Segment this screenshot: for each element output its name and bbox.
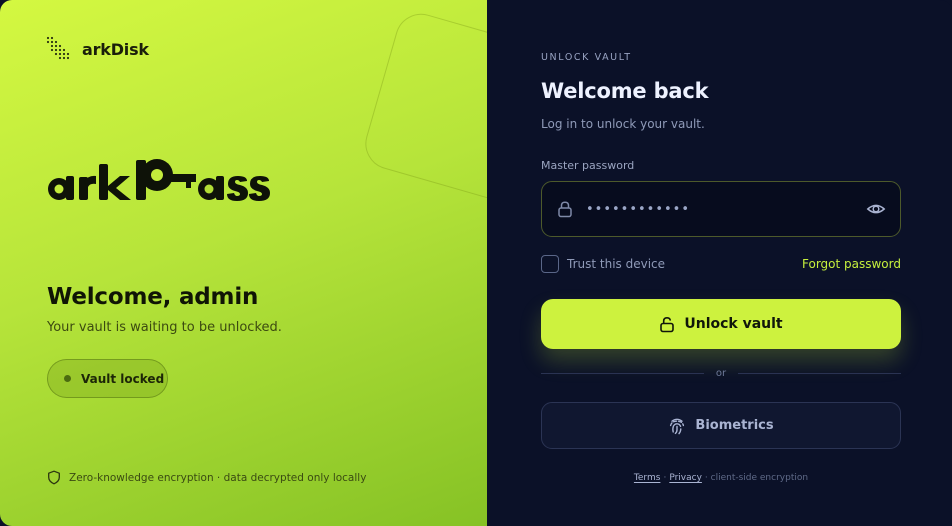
unlock-icon — [660, 316, 675, 332]
vault-status-badge: Vault locked — [47, 359, 168, 398]
brand-header: arkDisk — [46, 36, 149, 62]
status-dot-icon — [64, 375, 71, 382]
encryption-note: Zero-knowledge encryption · data decrypt… — [47, 470, 366, 485]
biometrics-label: Biometrics — [695, 418, 774, 433]
login-card: arkDisk arkPass — [0, 0, 952, 526]
unlock-form-panel: UNLOCK VAULT Welcome back Log in to unlo… — [487, 0, 952, 526]
fingerprint-icon — [670, 418, 685, 434]
unlock-vault-label: Unlock vault — [684, 316, 783, 332]
legal-footer: Terms · Privacy · client-side encryption — [541, 473, 901, 483]
legal-note: · client-side encryption — [704, 473, 809, 483]
master-password-field[interactable] — [541, 181, 901, 237]
or-label: or — [715, 368, 727, 379]
trust-row: Trust this device Forgot password — [541, 255, 901, 273]
divider-line — [541, 373, 704, 374]
divider-line — [738, 373, 902, 374]
or-divider: or — [541, 368, 902, 379]
product-logo: arkPass — [48, 159, 270, 201]
master-password-input[interactable] — [586, 201, 866, 217]
welcome-title: Welcome, admin — [47, 284, 259, 310]
form-subtitle: Log in to unlock your vault. — [541, 117, 705, 131]
form-title: Welcome back — [541, 79, 709, 103]
trust-device-label[interactable]: Trust this device — [567, 257, 665, 271]
master-password-label: Master password — [541, 159, 635, 172]
decorative-rounded-square — [359, 7, 487, 209]
privacy-link[interactable]: Privacy — [669, 473, 702, 483]
brand-name: arkDisk — [82, 39, 149, 59]
forgot-password-link[interactable]: Forgot password — [802, 257, 901, 271]
welcome-subtitle: Your vault is waiting to be unlocked. — [47, 320, 282, 335]
form-eyebrow: UNLOCK VAULT — [541, 52, 632, 63]
eye-icon[interactable] — [866, 199, 886, 219]
encryption-note-text: Zero-knowledge encryption · data decrypt… — [69, 471, 367, 484]
brand-panel: arkDisk arkPass — [0, 0, 487, 526]
unlock-vault-button[interactable]: Unlock vault — [541, 299, 901, 349]
dotted-grid-icon — [46, 36, 70, 60]
vault-status-label: Vault locked — [81, 371, 165, 386]
biometrics-button[interactable]: Biometrics — [541, 402, 901, 449]
shield-icon — [48, 470, 60, 485]
trust-device-checkbox[interactable] — [541, 255, 559, 273]
legal-separator: · — [663, 473, 667, 483]
terms-link[interactable]: Terms — [634, 473, 661, 483]
lock-icon — [558, 201, 572, 218]
